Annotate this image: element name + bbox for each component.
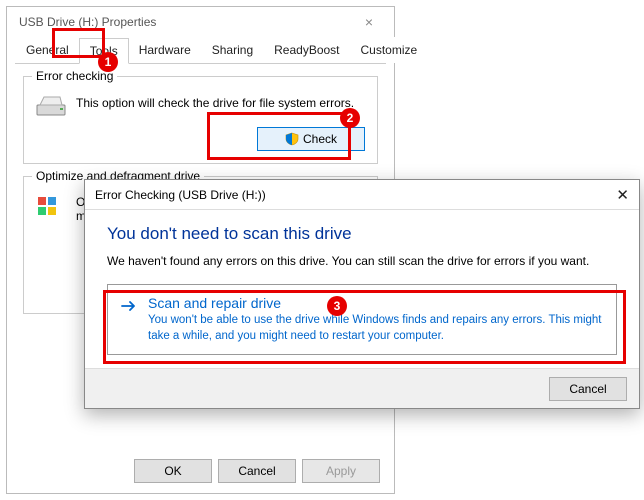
dialog-cancel-button[interactable]: Cancel [549,377,627,401]
tab-customize[interactable]: Customize [350,37,429,63]
scan-repair-action[interactable]: Scan and repair drive You won't be able … [107,284,617,355]
drive-icon [36,95,66,119]
properties-buttons: OK Cancel Apply [134,459,380,483]
dialog-footer: Cancel [85,368,639,408]
tab-readyboost[interactable]: ReadyBoost [263,37,350,63]
scan-repair-desc: You won't be able to use the drive while… [148,313,602,344]
tab-general[interactable]: General [15,37,80,63]
check-button[interactable]: Check [257,127,365,151]
check-button-label: Check [303,132,337,146]
shield-icon [285,132,299,146]
tab-hardware[interactable]: Hardware [128,37,202,63]
scan-repair-title: Scan and repair drive [148,295,602,311]
apply-button[interactable]: Apply [302,459,380,483]
error-checking-legend: Error checking [32,69,117,83]
properties-titlebar: USB Drive (H:) Properties × [7,7,394,37]
arrow-right-icon [120,297,138,315]
dialog-title: Error Checking (USB Drive (H:)) [95,188,599,202]
dialog-titlebar: Error Checking (USB Drive (H:)) ✕ [85,180,639,210]
close-icon[interactable]: ✕ [599,186,629,204]
tab-sharing[interactable]: Sharing [201,37,264,63]
cancel-button[interactable]: Cancel [218,459,296,483]
dialog-heading: You don't need to scan this drive [107,224,617,244]
properties-title: USB Drive (H:) Properties [15,15,352,29]
dialog-message: We haven't found any errors on this driv… [107,254,617,268]
close-icon[interactable]: × [352,14,386,30]
defrag-icon [36,195,66,223]
tab-tools[interactable]: Tools [79,38,129,64]
error-checking-group: Error checking This option will check th… [23,76,378,164]
tabs-row: General Tools Hardware Sharing ReadyBoos… [15,37,386,64]
error-checking-dialog: Error Checking (USB Drive (H:)) ✕ You do… [84,179,640,409]
ok-button[interactable]: OK [134,459,212,483]
error-checking-text: This option will check the drive for fil… [76,95,365,111]
